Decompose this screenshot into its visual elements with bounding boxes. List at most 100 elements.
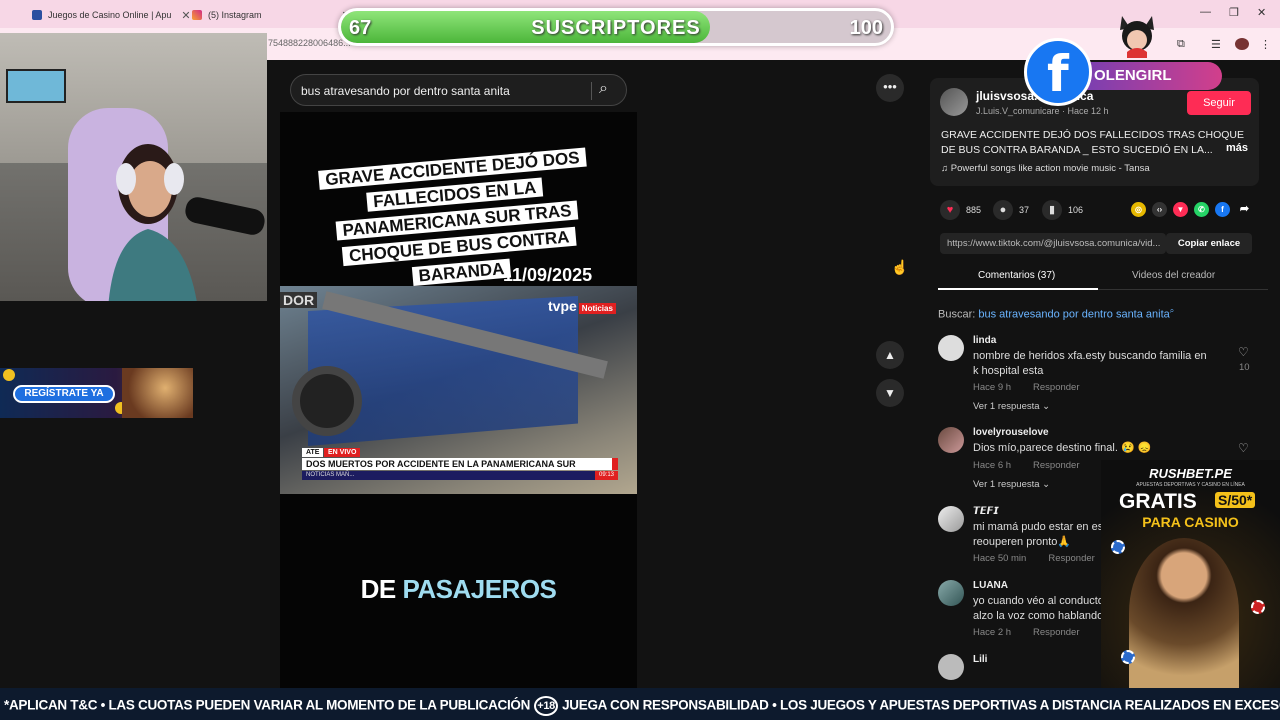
channel-name: tvpe [548,298,577,314]
author-avatar[interactable] [940,88,968,116]
like-button[interactable]: ♥ 885 [940,200,981,220]
casino-chip-icon [1111,540,1125,554]
video-caption: DE PASAJEROS [280,574,637,605]
more-link[interactable]: más [1226,142,1248,154]
hand-cursor-icon: ☝ [891,259,909,275]
browser-tab-casino[interactable]: Juegos de Casino Online | Apu ✕ [24,4,199,26]
follow-button[interactable]: Seguir [1187,91,1251,115]
browser-tab-instagram[interactable]: (5) Instagram ✕ [184,4,359,26]
video-player[interactable]: GRAVE ACCIDENTE DEJÓ DOS FALLECIDOS EN L… [280,112,637,688]
rushbet-para-casino: PARA CASINO [1142,514,1239,530]
commenter-avatar[interactable] [938,427,964,453]
search-suggestion-query[interactable]: bus atravesando por dentro santa anita [978,309,1169,321]
search-input[interactable]: bus atravesando por dentro santa anita [301,84,510,98]
music-title[interactable]: ♫ Powerful songs like action movie music… [941,163,1150,174]
comment-meta: Hace 6 h Responder [973,460,1080,471]
news-location: ATE [302,448,324,457]
search-suggestion[interactable]: Buscar: bus atravesando por dentro santa… [938,306,1174,321]
news-ticker-headline: DOS MUERTOS POR ACCIDENTE EN LA PANAMERI… [302,458,618,470]
ticker-part-1: *APLICAN T&C • LAS CUOTAS PUEDEN VARIAR … [4,697,531,713]
comment-button[interactable]: ● 37 [993,200,1029,220]
commenter-name[interactable]: lovelyrouselove [973,427,1049,438]
profile-avatar-icon[interactable] [1235,38,1249,50]
video-link-field[interactable]: https://www.tiktok.com/@jluisvsosa.comun… [940,233,1166,254]
coin-share-icon[interactable]: ◎ [1131,202,1146,217]
tab-comments[interactable]: Comentarios (37) [978,270,1055,281]
menu-dots-icon[interactable]: ⋮ [1260,38,1274,51]
comment-like-count: 10 [1239,362,1250,373]
comment-like-icon[interactable]: ♡ [1238,345,1249,359]
extensions-icon[interactable]: ⧉ [1177,38,1191,50]
facebook-share-icon[interactable]: f [1215,202,1230,217]
screen: Juegos de Casino Online | Apu ✕ (5) Inst… [0,0,1280,720]
commenter-avatar[interactable] [938,335,964,361]
commenter-name[interactable]: linda [973,335,996,346]
reading-list-icon[interactable]: ☰ [1211,38,1225,51]
embed-icon[interactable]: ‹› [1152,202,1167,217]
subscriber-goal-bar: 67 SUSCRIPTORES 100 [338,8,894,46]
commenter-avatar[interactable] [938,580,964,606]
like-count: 885 [966,205,982,215]
url-text: 754888228006486... [268,38,351,48]
news-footage: DOR tvpe Noticias ATE EN VIVO DOS MUERTOS… [280,286,637,494]
copy-link-button[interactable]: Copiar enlace [1166,233,1252,254]
minimize-icon[interactable]: — [1200,6,1211,18]
more-options-button[interactable]: ••• [876,74,904,102]
comment-time: Hace 9 h [973,382,1012,393]
comment-meta: Hace 50 min Responder [973,553,1095,564]
reply-button[interactable]: Responder [1033,627,1079,638]
casino-chip-icon [1251,600,1265,614]
comment-count: 37 [1019,205,1030,215]
tab-creator-videos[interactable]: Videos del creador [1132,270,1215,281]
comment-meta: Hace 2 h Responder [973,627,1080,638]
commenter-avatar[interactable] [938,506,964,532]
close-window-icon[interactable]: ✕ [1257,6,1266,19]
register-button[interactable]: REGÍSTRATE YA [13,385,115,403]
casino-banner-ad[interactable]: REGÍSTRATE YA [0,368,193,418]
search-bar[interactable]: bus atravesando por dentro santa anita ⌕ [290,74,627,106]
next-video-button[interactable]: ▼ [876,379,904,407]
search-small-icon: ⌕ [1169,306,1175,315]
search-icon[interactable]: ⌕ [599,80,608,98]
facebook-letter: f [1047,45,1069,103]
commenter-name[interactable]: LUANA [973,580,1008,591]
whatsapp-icon[interactable]: ✆ [1194,202,1209,217]
restore-icon[interactable]: ❐ [1229,6,1239,19]
age-18-badge: +18 [534,696,559,716]
rushbet-amount: S/50* [1215,492,1256,508]
commenter-name[interactable]: 𝙏𝙀𝙁𝙄 [973,506,999,517]
caption-highlight: PASAJEROS [402,574,557,604]
comment-text: Dios mío,parece destino final. 😢 😞 [973,442,1152,454]
ticker-text: *APLICAN T&C • LAS CUOTAS PUEDEN VARIAR … [4,696,1280,716]
channel-logo: tvpe Noticias [548,298,616,314]
subscriber-label: SUSCRIPTORES [531,17,701,39]
rushbet-gratis: GRATIS [1119,490,1197,513]
bookmark-icon: ▮ [1042,200,1062,220]
save-button[interactable]: ▮ 106 [1042,200,1083,220]
view-replies-link[interactable]: Ver 1 respuesta ⌄ [973,401,1050,412]
ticker-part-2: JUEGA CON RESPONSABILIDAD • LOS JUEGOS Y… [562,697,1280,713]
subscriber-goal: 100 [849,17,883,39]
comment-bubble-icon: ● [993,200,1013,220]
news-program: NOTICIAS MAÑ... [302,471,618,480]
cat-girl-avatar-icon [1120,16,1154,58]
previous-video-button[interactable]: ▲ [876,341,904,369]
coin-icon [3,369,15,381]
casino-chip-icon [1121,650,1135,664]
view-replies-link[interactable]: Ver 1 respuesta ⌄ [973,479,1050,490]
reply-button[interactable]: Responder [1033,460,1079,471]
save-count: 106 [1068,205,1084,215]
comment-meta: Hace 9 h Responder [973,382,1080,393]
share-arrow-icon[interactable]: ➦ [1237,202,1252,217]
commenter-avatar[interactable] [938,654,964,680]
comment-like-icon[interactable]: ♡ [1238,441,1249,455]
reply-button[interactable]: Responder [1048,553,1094,564]
commenter-name[interactable]: Lili [973,654,987,665]
rushbet-ad[interactable]: RUSHBET.PE APUESTAS DEPORTIVAS Y CASINO … [1101,460,1280,688]
reply-button[interactable]: Responder [1033,382,1079,393]
casino-model-image [122,368,193,418]
repost-icon[interactable]: ▼ [1173,202,1188,217]
tv-screen [6,69,66,103]
casino-favicon-icon [32,10,42,20]
comment-item: linda nombre de heridos xfa.esty buscand… [938,335,1258,395]
